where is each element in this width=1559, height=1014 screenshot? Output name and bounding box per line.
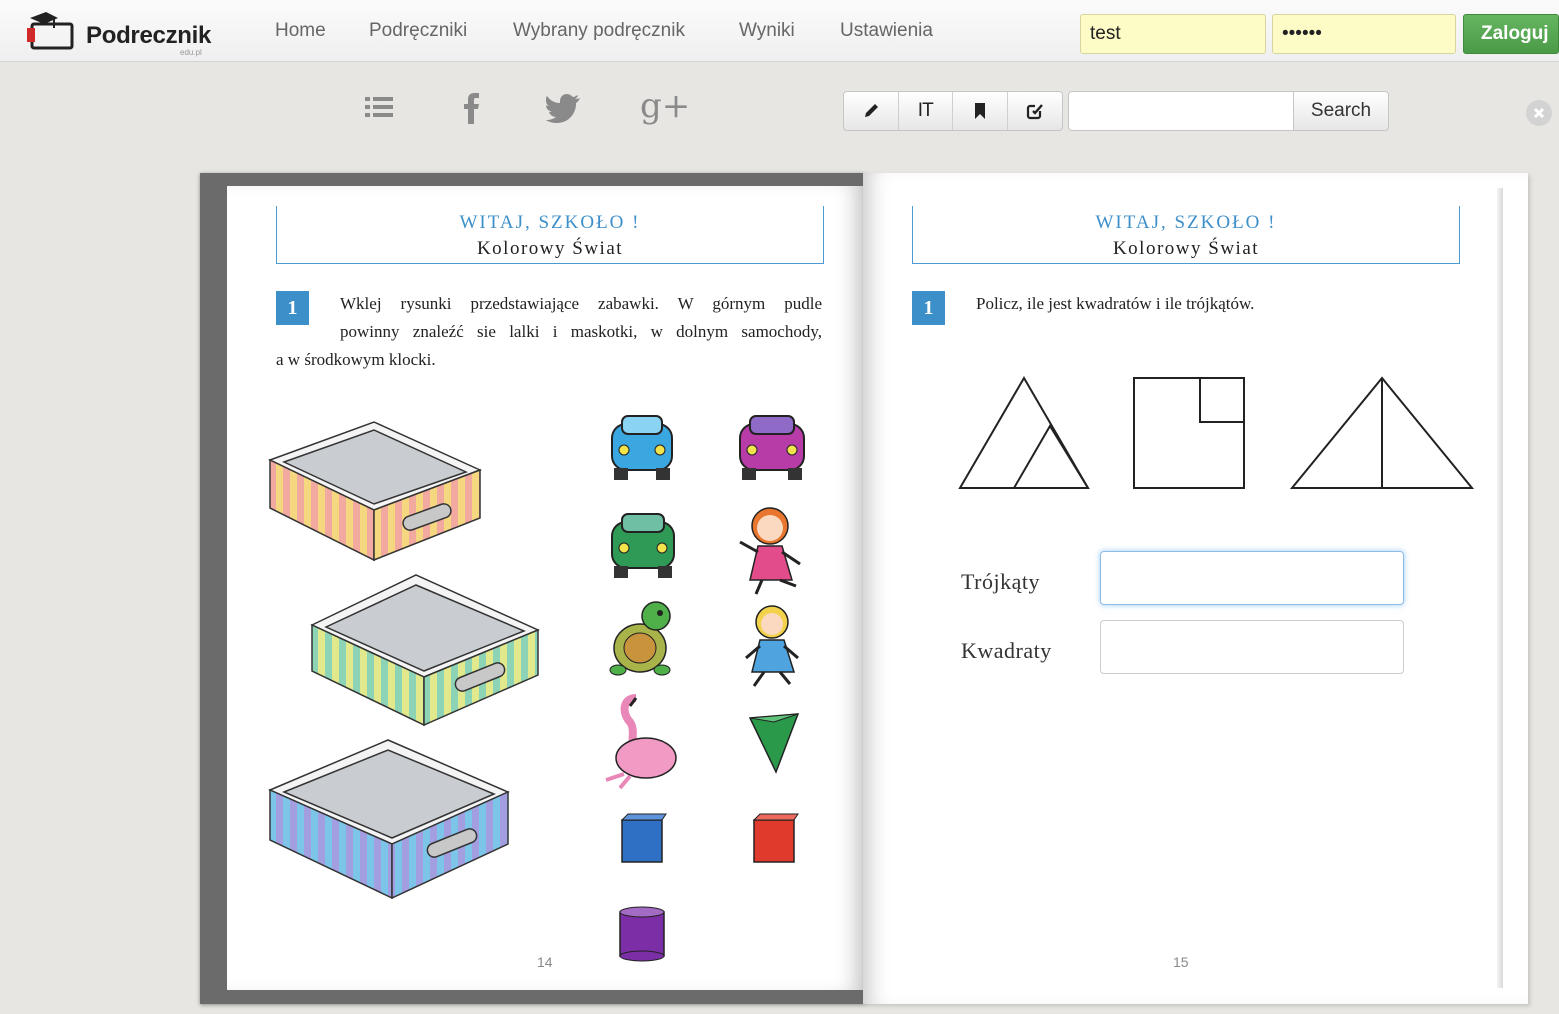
pencil-tool-button[interactable] <box>844 92 899 130</box>
pencil-icon <box>864 104 878 117</box>
left-page-header: WITAJ, SZKOŁO ! Kolorowy Świat <box>276 206 824 264</box>
search-button[interactable]: Search <box>1293 91 1389 131</box>
right-task-text: Policz, ile jest kwadratów i ile trójkąt… <box>976 294 1255 313</box>
google-plus-icon[interactable]: g+ <box>640 86 690 126</box>
square-shape-big <box>1133 377 1245 489</box>
graduation-cap-book-icon <box>27 12 74 50</box>
annotation-toolbar: IT <box>843 91 1063 131</box>
nav-wyniki[interactable]: Wyniki <box>739 20 795 42</box>
left-task-number: 1 <box>276 291 309 325</box>
text-tool-button[interactable]: IT <box>899 92 953 130</box>
left-task-line1: Wklej rysunki przedstawiające zabawki. W… <box>340 294 822 313</box>
bookmark-icon <box>974 103 985 119</box>
left-task-line3: a w środkowym klocki. <box>276 350 436 369</box>
right-page-edge <box>1497 188 1503 988</box>
nav-podreczniki[interactable]: Podręczniki <box>369 20 467 42</box>
twitter-icon[interactable] <box>546 94 582 124</box>
green-car-sticker <box>611 513 675 578</box>
login-button[interactable]: Zaloguj <box>1463 14 1559 54</box>
right-page-header: WITAJ, SZKOŁO ! Kolorowy Świat <box>912 206 1460 264</box>
purple-cylinder-sticker <box>619 906 665 962</box>
left-page-subtitle: Kolorowy Świat <box>476 238 624 259</box>
blue-cube-sticker <box>620 813 667 863</box>
triangles-label: Trójkąty <box>961 569 1040 594</box>
turtle-sticker <box>609 601 671 676</box>
close-button[interactable] <box>1526 100 1552 126</box>
right-page-subtitle: Kolorowy Świat <box>1112 238 1260 259</box>
square-shape-small <box>1199 377 1245 423</box>
nav-wybrany-podrecznik[interactable]: Wybrany podręcznik <box>513 20 685 42</box>
red-cube-sticker <box>752 813 799 863</box>
close-icon <box>1533 107 1545 119</box>
text-cursor-icon: IT <box>917 100 934 121</box>
triangle-shape-inner <box>1012 424 1090 489</box>
edit-check-icon <box>1026 104 1043 120</box>
squares-label: Kwadraty <box>961 638 1052 663</box>
doll-pink-sticker <box>739 507 801 595</box>
flamingo-sticker <box>605 694 677 790</box>
brand-name: Podrecznik <box>86 22 212 49</box>
right-page-number: 15 <box>1173 954 1189 970</box>
brand-subtitle: edu.pl <box>180 48 202 57</box>
left-page-title: WITAJ, SZKOŁO ! <box>459 212 641 233</box>
nav-home[interactable]: Home <box>275 20 326 42</box>
list-icon[interactable] <box>362 90 396 126</box>
toy-boxes-illustration <box>268 421 540 900</box>
right-task-number: 1 <box>912 291 945 325</box>
edit-tool-button[interactable] <box>1008 92 1063 130</box>
counting-shapes <box>958 376 1475 489</box>
username-input[interactable] <box>1080 14 1266 54</box>
left-page-number: 14 <box>537 954 553 970</box>
facebook-icon[interactable] <box>456 90 486 126</box>
right-page-title: WITAJ, SZKOŁO ! <box>1095 212 1277 233</box>
bookmark-tool-button[interactable] <box>953 92 1008 130</box>
blue-car-sticker <box>611 415 673 480</box>
nav-ustawienia[interactable]: Ustawienia <box>840 20 933 42</box>
squares-input[interactable] <box>1100 620 1404 674</box>
toy-stickers <box>605 415 805 962</box>
top-navbar: Podrecznik edu.pl Home Podręczniki Wybra… <box>0 0 1559 62</box>
password-input[interactable] <box>1272 14 1456 54</box>
green-cone-sticker <box>748 713 800 774</box>
left-task-line2: powinny znaleźć sie lalki i maskotki, w … <box>340 322 822 341</box>
doll-blue-sticker <box>745 605 799 687</box>
triangles-input[interactable] <box>1100 551 1404 605</box>
search-input[interactable] <box>1068 91 1294 131</box>
purple-car-sticker <box>739 415 805 480</box>
